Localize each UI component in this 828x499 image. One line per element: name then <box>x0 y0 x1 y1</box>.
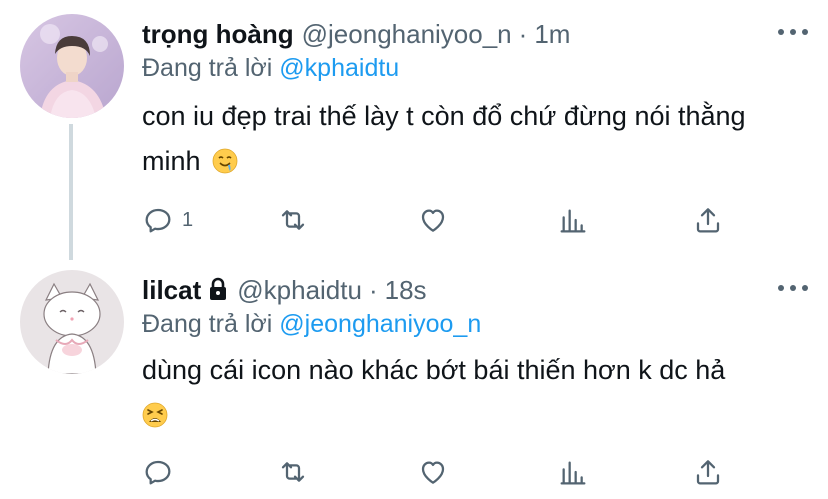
retweet-icon <box>281 462 305 482</box>
author-name[interactable]: trọng hoàng <box>142 19 294 50</box>
avatar-image <box>20 270 124 374</box>
share-icon <box>696 460 720 485</box>
tweet[interactable]: lilcat @kphaidtu · 18s Đang trả lời @jeo… <box>0 258 828 499</box>
replying-to: Đang trả lời @jeonghaniyoo_n <box>142 310 481 339</box>
avatar-image <box>20 14 124 118</box>
timestamp[interactable]: 1m <box>534 19 570 50</box>
tweet-text: con iu đẹp trai thế lày t còn đổ chứ đừn… <box>142 94 798 184</box>
lock-icon <box>210 277 227 300</box>
replying-to-mention[interactable]: @kphaidtu <box>279 54 399 82</box>
separator-dot: · <box>518 18 528 49</box>
analytics-icon <box>560 461 586 485</box>
like-button[interactable] <box>417 200 449 240</box>
tired-face-emoji <box>142 402 168 428</box>
reply-button[interactable] <box>142 452 182 492</box>
tweet-header: trọng hoàng @jeonghaniyoo_n · 1m <box>142 14 808 54</box>
replying-to: Đang trả lời @kphaidtu <box>142 54 399 83</box>
retweet-button[interactable] <box>277 452 309 492</box>
tweet-text-body: dùng cái icon nào khác bớt bái thiến hơn… <box>142 355 726 385</box>
replying-to-mention[interactable]: @jeonghaniyoo_n <box>279 310 481 338</box>
reply-icon <box>145 460 171 485</box>
share-icon <box>696 208 720 233</box>
drooling-face-emoji <box>212 148 238 174</box>
author-name[interactable]: lilcat <box>142 275 201 306</box>
tweet[interactable]: trọng hoàng @jeonghaniyoo_n · 1m Đang tr… <box>0 0 828 260</box>
analytics-button[interactable] <box>557 200 589 240</box>
like-button[interactable] <box>417 452 449 492</box>
heart-icon <box>421 209 445 232</box>
heart-icon <box>421 461 445 484</box>
separator-dot: · <box>368 274 378 305</box>
analytics-button[interactable] <box>557 452 589 492</box>
tweet-header: lilcat @kphaidtu · 18s <box>142 270 808 310</box>
reply-count: 1 <box>182 208 194 231</box>
tweet-actions: 1 <box>142 200 808 240</box>
share-button[interactable] <box>692 200 724 240</box>
analytics-icon <box>560 209 586 233</box>
replying-to-label: Đang trả lời <box>142 54 273 82</box>
tweet-actions <box>142 452 808 492</box>
replying-to-label: Đang trả lời <box>142 310 273 338</box>
retweet-button[interactable] <box>277 200 309 240</box>
author-handle[interactable]: @kphaidtu <box>237 275 362 306</box>
retweet-icon <box>281 210 305 230</box>
timestamp[interactable]: 18s <box>385 275 427 306</box>
share-button[interactable] <box>692 452 724 492</box>
reply-button[interactable]: 1 <box>142 200 193 240</box>
thread-line <box>69 124 73 260</box>
more-options-icon[interactable] <box>778 20 808 44</box>
more-options-icon[interactable] <box>778 276 808 300</box>
tweet-text: dùng cái icon nào khác bớt bái thiến hơn… <box>142 348 798 438</box>
author-handle[interactable]: @jeonghaniyoo_n <box>302 19 512 50</box>
avatar[interactable] <box>20 270 124 374</box>
reply-icon <box>145 208 171 233</box>
avatar[interactable] <box>20 14 124 118</box>
